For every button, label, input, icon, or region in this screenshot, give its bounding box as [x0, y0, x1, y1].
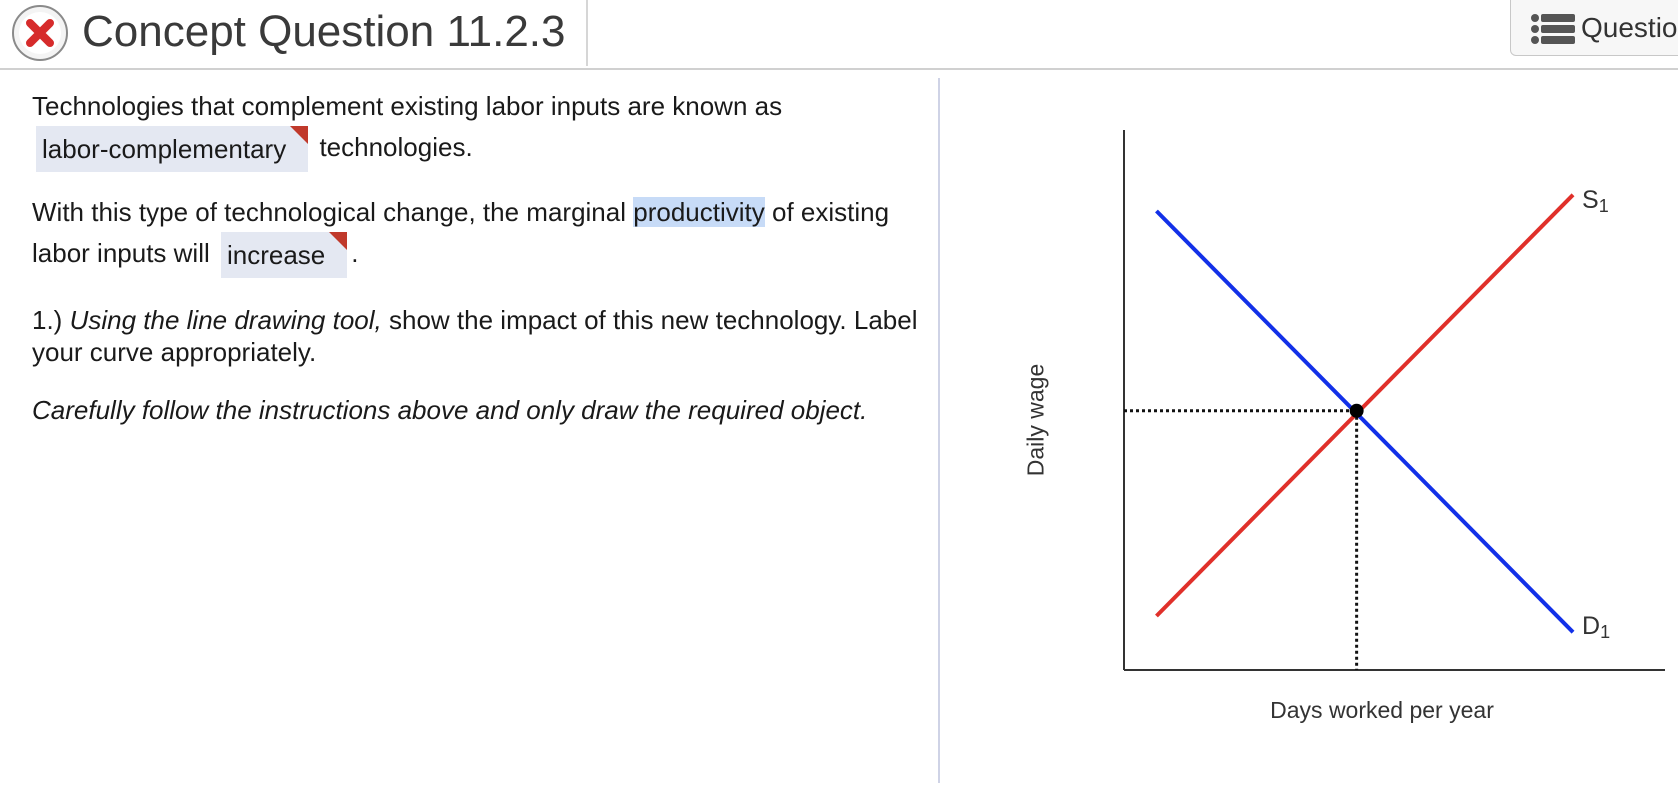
questions-list-button[interactable]: Questio [1510, 0, 1678, 56]
x-axis-label: Days worked per year [1270, 697, 1494, 723]
header-bar: Concept Question 11.2.3 Questio [0, 0, 1678, 70]
equilibrium-point[interactable] [1349, 403, 1364, 418]
question-1: 1.) Using the line drawing tool, show th… [32, 304, 932, 368]
p2-text-before: With this type of technological change, … [32, 197, 627, 227]
labor-type-dropdown[interactable]: labor-complementary [36, 126, 309, 172]
supply-label-text: S [1582, 186, 1599, 214]
supply-curve[interactable] [1155, 193, 1575, 618]
series-group [1155, 193, 1575, 634]
questions-button-label: Questio [1581, 12, 1678, 43]
incorrect-status-button[interactable] [12, 5, 68, 61]
demand-curve-label: D1 [1582, 612, 1610, 643]
y-axis-label: Daily wage [1022, 363, 1049, 477]
p1-text-after: technologies. [319, 131, 473, 162]
labor-type-dropdown-value: labor-complementary [42, 134, 287, 164]
paragraph-1: Technologies that complement existing la… [32, 86, 932, 172]
q1-prefix: 1.) [32, 305, 63, 335]
demand-curve[interactable] [1155, 209, 1575, 634]
supply-label-subscript: 1 [1598, 196, 1609, 216]
productivity-change-dropdown[interactable]: increase [220, 232, 348, 278]
page-title: Concept Question 11.2.3 [82, 7, 566, 56]
dropdown-corner-marker [329, 232, 348, 250]
demand-label-text: D [1582, 612, 1601, 640]
demand-label-subscript: 1 [1600, 622, 1611, 642]
red-x-icon [19, 12, 61, 54]
p1-text-before: Technologies that complement existing la… [32, 91, 783, 121]
column-divider [938, 78, 940, 783]
productivity-change-dropdown-value: increase [226, 240, 326, 270]
p2-text-after: . [351, 237, 359, 268]
instruction-text: Carefully follow the instructions above … [32, 395, 868, 425]
paragraph-2: With this type of technological change, … [32, 192, 932, 278]
dropdown-corner-marker [290, 126, 309, 144]
question-text: Technologies that complement existing la… [32, 86, 932, 446]
q1-italic-text: Using the line drawing tool, [69, 305, 382, 335]
list-icon [1531, 14, 1575, 44]
graph-area[interactable] [1040, 110, 1670, 680]
supply-demand-chart[interactable] [1040, 110, 1670, 680]
supply-curve-label: S1 [1582, 186, 1609, 217]
title-divider [586, 0, 588, 66]
page: Concept Question 11.2.3 Questio Technolo… [0, 0, 1678, 798]
highlighted-word: productivity [633, 197, 765, 227]
